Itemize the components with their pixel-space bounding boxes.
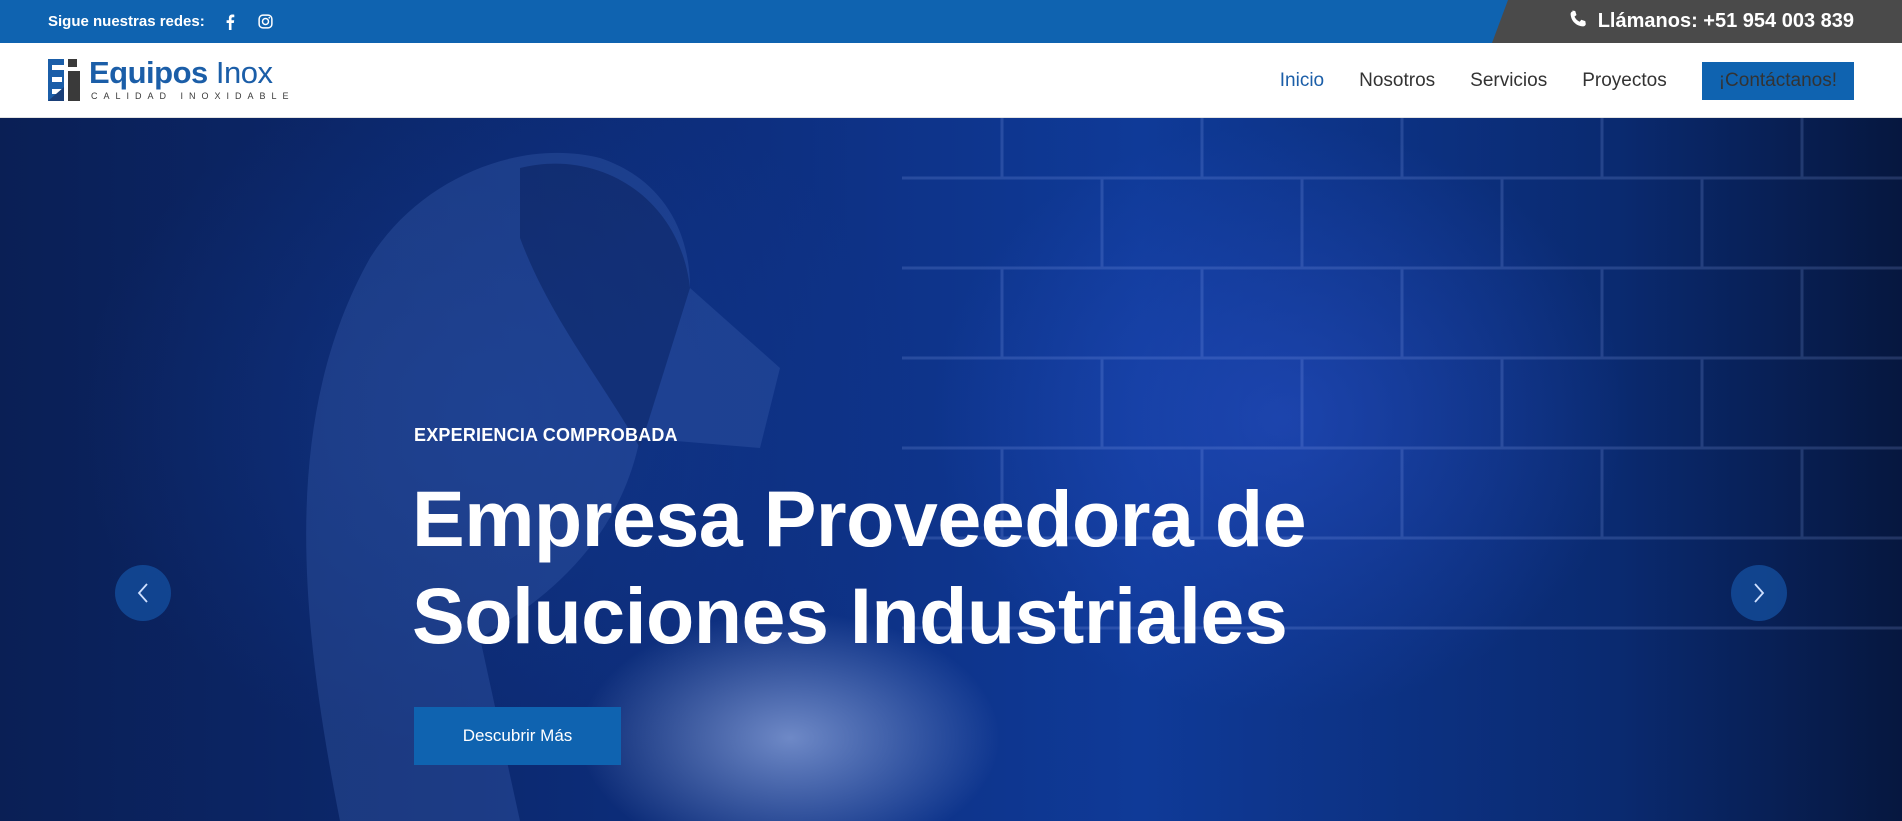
nav-nosotros[interactable]: Nosotros — [1359, 70, 1435, 92]
logo-tagline: CALIDAD INOXIDABLE — [91, 91, 295, 101]
logo[interactable]: Equipos Inox CALIDAD INOXIDABLE — [47, 57, 295, 101]
logo-mark-icon — [47, 57, 83, 101]
phone-text: Llámanos: +51 954 003 839 — [1597, 10, 1854, 32]
contact-button[interactable]: ¡Contáctanos! — [1701, 61, 1854, 100]
social-label: Sigue nuestras redes: — [48, 13, 205, 30]
nav-proyectos[interactable]: Proyectos — [1582, 70, 1666, 92]
hero-slider: EXPERIENCIA COMPROBADA Empresa Proveedor… — [0, 118, 1902, 821]
hero-kicker: EXPERIENCIA COMPROBADA — [414, 425, 678, 445]
slider-prev-button[interactable] — [115, 565, 171, 621]
hero-headline-line1: Empresa Proveedora de — [412, 474, 1307, 563]
main-nav: Inicio Nosotros Servicios Proyectos ¡Con… — [1280, 43, 1854, 118]
chevron-right-icon — [1754, 583, 1765, 603]
discover-more-button[interactable]: Descubrir Más — [414, 707, 621, 765]
instagram-icon[interactable] — [255, 11, 277, 33]
top-bar: Sigue nuestras redes: Llámanos: +51 954 … — [0, 0, 1902, 43]
social-links: Sigue nuestras redes: — [48, 0, 277, 43]
hero-headline-line2: Soluciones Industriales — [412, 571, 1288, 660]
phone-contact[interactable]: Llámanos: +51 954 003 839 — [1492, 0, 1902, 43]
nav-inicio[interactable]: Inicio — [1280, 70, 1324, 92]
phone-icon — [1568, 9, 1588, 35]
nav-servicios[interactable]: Servicios — [1470, 70, 1547, 92]
chevron-left-icon — [137, 583, 148, 603]
hero-headline: Empresa Proveedora de Soluciones Industr… — [412, 470, 1412, 664]
logo-brand: Equipos — [89, 55, 208, 90]
facebook-icon[interactable] — [219, 11, 241, 33]
logo-brand-thin: Inox — [215, 55, 273, 90]
slider-next-button[interactable] — [1731, 565, 1787, 621]
main-header: Equipos Inox CALIDAD INOXIDABLE Inicio N… — [0, 43, 1902, 118]
